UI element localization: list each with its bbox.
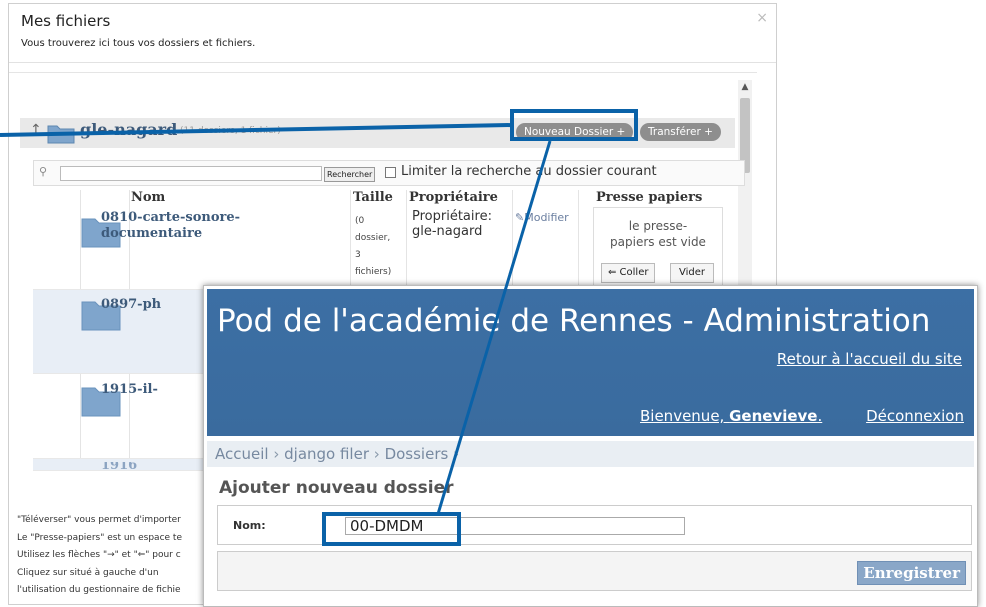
help-line: Cliquez sur situé à gauche d'un (17, 567, 159, 578)
column-name[interactable]: Nom (131, 190, 165, 205)
search-input[interactable] (60, 166, 322, 181)
breadcrumb-separator: › (273, 445, 280, 463)
size-line: 3 (355, 250, 361, 260)
breadcrumb-folders[interactable]: Dossiers (385, 445, 449, 463)
highlight-new-folder (510, 109, 638, 141)
parent-folder-icon[interactable]: ↑ (30, 122, 42, 138)
limit-search-checkbox[interactable] (385, 167, 396, 178)
close-icon[interactable]: × (756, 10, 768, 26)
breadcrumb-separator: › (453, 445, 460, 463)
submit-row: Enregistrer (217, 551, 972, 591)
breadcrumb: Accueil › django filer › Dossiers › (207, 441, 974, 467)
search-icon: ⚲ (39, 165, 48, 178)
size-line: dossier, (355, 233, 391, 243)
welcome-text: Bienvenue, Genevieve. (640, 407, 822, 425)
current-folder-name: gle-nagard (80, 120, 178, 139)
welcome-suffix: . (817, 407, 823, 425)
edit-link[interactable]: ✎Modifier (515, 211, 569, 224)
folder-count: (11 dossiers, 1 fichier) (180, 126, 281, 136)
pencil-icon: ✎ (515, 211, 525, 224)
clipboard-empty-text: le presse- papiers est vide (594, 218, 722, 250)
breadcrumb-home[interactable]: Accueil (215, 445, 269, 463)
help-line: "Téléverser" vous permet d'importer (17, 515, 181, 525)
folder-name-line[interactable]: documentaire (101, 226, 240, 242)
column-owner[interactable]: Propriétaire (409, 190, 498, 205)
folder-name-link[interactable]: 0810-carte-sonore- documentaire (101, 210, 240, 242)
scroll-up-icon[interactable]: ▲ (738, 80, 752, 94)
table-header: Nom Taille Propriétaire Presse papiers (33, 190, 745, 206)
folder-name-link[interactable]: 1915-il- (101, 382, 158, 398)
folder-name-line[interactable]: 0810-carte-sonore- (101, 210, 240, 226)
owner-line: gle-nagard (412, 224, 483, 239)
logout-link[interactable]: Déconnexion (866, 407, 964, 425)
clipboard-panel: le presse- papiers est vide ⇐ Coller Vid… (593, 207, 723, 289)
admin-header: Pod de l'académie de Rennes - Administra… (207, 289, 974, 436)
admin-window: Pod de l'académie de Rennes - Administra… (203, 285, 978, 607)
help-line: Le "Presse-papiers" est un espace te (17, 532, 182, 543)
edit-label[interactable]: Modifier (524, 211, 568, 224)
clear-clipboard-button[interactable]: Vider (670, 263, 715, 283)
user-name: Genevieve (729, 407, 818, 425)
folder-icon (47, 125, 75, 144)
help-line: Utilisez les flèches "→" et "⇐" pour c (17, 550, 181, 560)
folder-owner: Propriétaire: gle-nagard (412, 209, 492, 239)
save-button[interactable]: Enregistrer (857, 561, 966, 585)
divider (9, 62, 776, 63)
divider (578, 190, 579, 290)
folder-name-link[interactable]: 1916 (101, 462, 137, 470)
breadcrumb-separator: › (373, 445, 380, 463)
help-text: "Téléverser" vous permet d'importer Le "… (17, 512, 182, 600)
form-title: Ajouter nouveau dossier (219, 478, 454, 498)
help-line: l'utilisation du gestionnaire de fichie (17, 585, 181, 595)
admin-title: Pod de l'académie de Rennes - Administra… (217, 303, 931, 339)
clipboard-text-line: le presse- (628, 219, 688, 233)
folder-size: (0 dossier, 3 fichiers) (355, 213, 395, 281)
upload-button[interactable]: Transférer + (640, 123, 721, 141)
highlight-name-field (322, 512, 461, 546)
search-bar: ⚲ Rechercher Limiter la recherche au dos… (33, 160, 745, 186)
column-size[interactable]: Taille (353, 190, 393, 205)
dialog-title: Mes fichiers (21, 12, 111, 30)
breadcrumb-filer[interactable]: django filer (284, 445, 369, 463)
clipboard-text-line: papiers est vide (610, 235, 706, 249)
welcome-prefix: Bienvenue, (640, 407, 730, 425)
limit-search-label: Limiter la recherche au dossier courant (401, 164, 657, 179)
dialog-subtitle: Vous trouverez ici tous vos dossiers et … (21, 38, 256, 49)
folder-name-link[interactable]: 0897-ph (101, 297, 161, 313)
search-button[interactable]: Rechercher (324, 167, 376, 182)
size-line: (0 (355, 216, 365, 226)
size-line: fichiers) (355, 267, 392, 277)
paste-button[interactable]: ⇐ Coller (601, 263, 656, 283)
back-to-site-link[interactable]: Retour à l'accueil du site (777, 350, 962, 368)
owner-line: Propriétaire: (412, 209, 492, 224)
column-clipboard: Presse papiers (596, 190, 703, 205)
name-field-label: Nom: (233, 519, 266, 532)
